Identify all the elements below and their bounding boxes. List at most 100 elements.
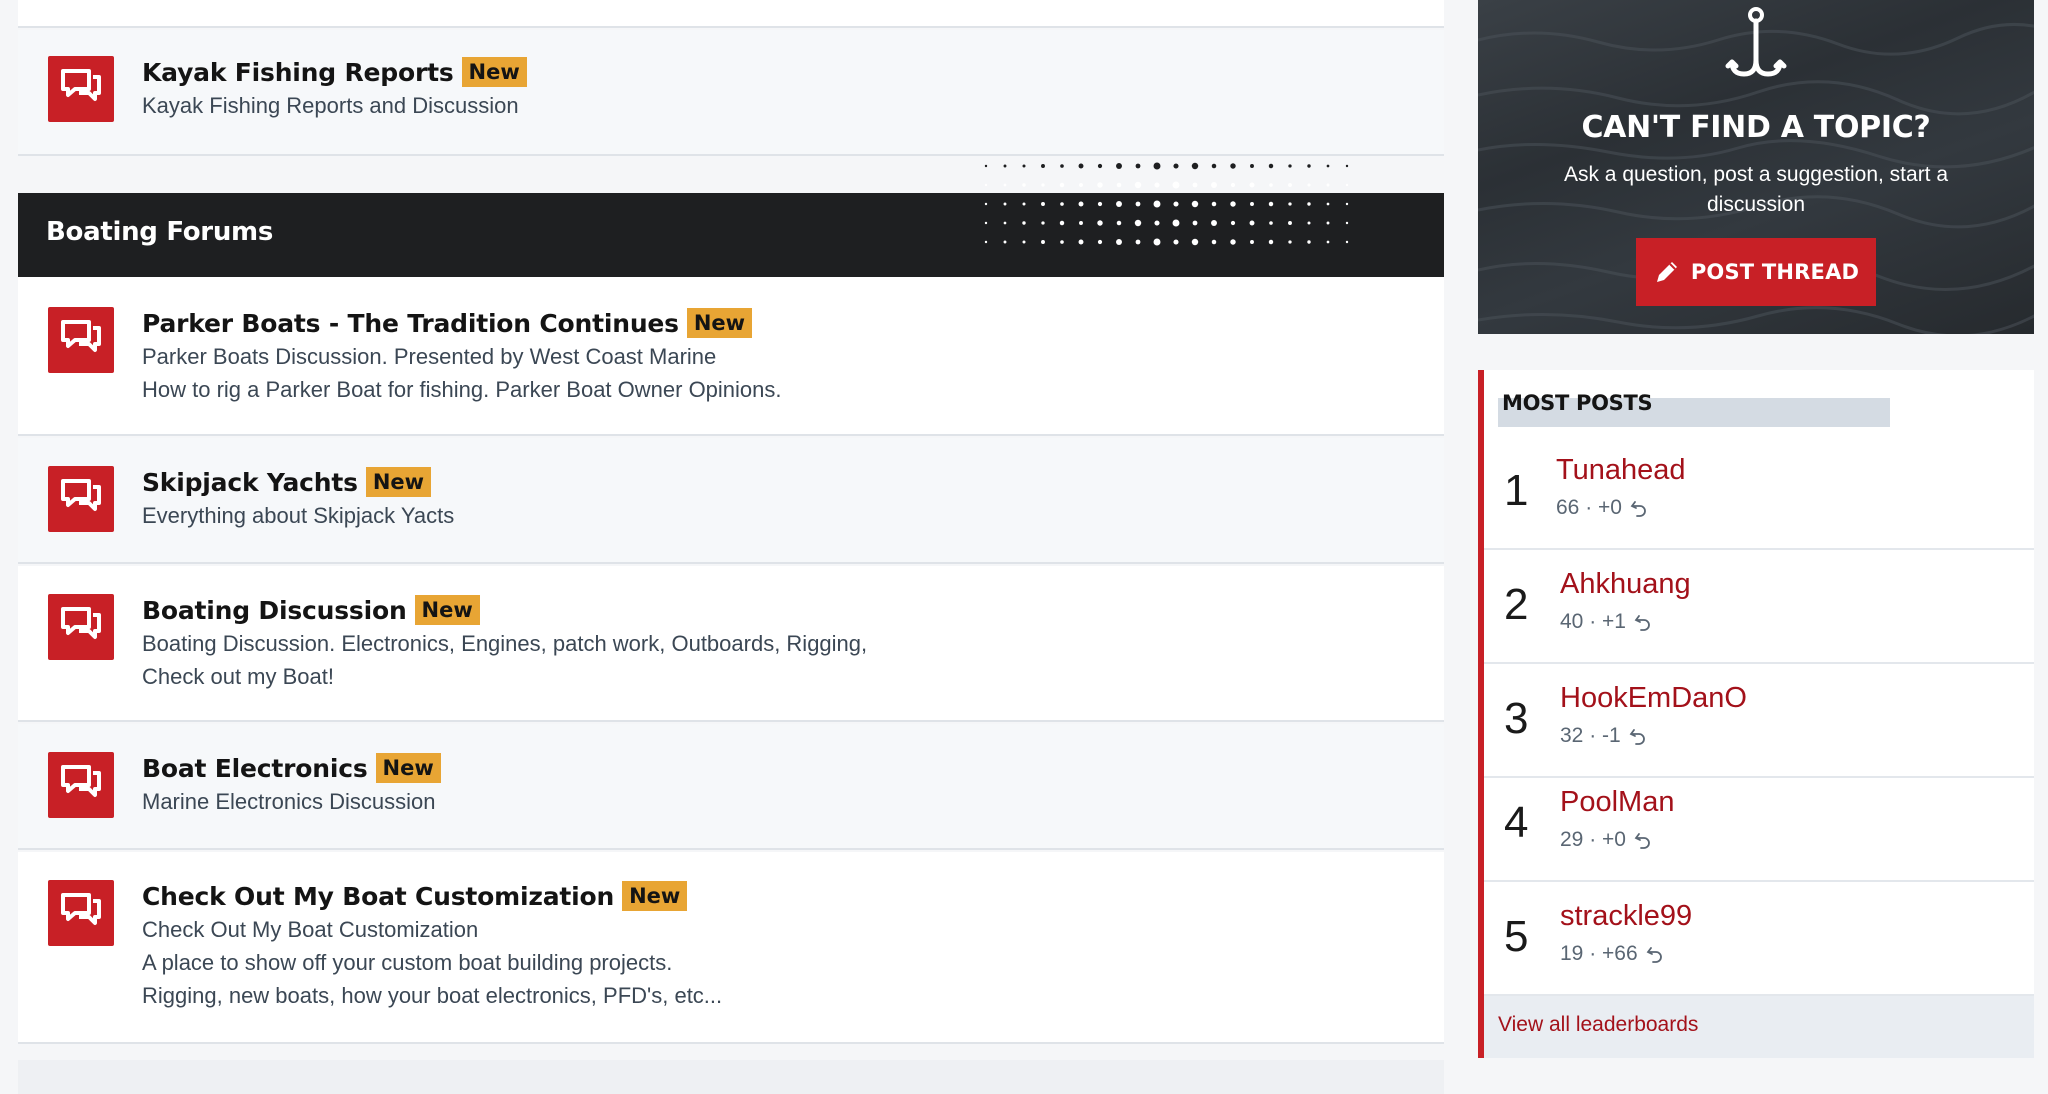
halftone-dot	[1307, 240, 1311, 244]
halftone-dot	[1135, 163, 1141, 169]
halftone-dot	[1230, 201, 1236, 207]
undo-arrow-icon	[1630, 501, 1646, 517]
forum-title[interactable]: Kayak Fishing Reports	[142, 58, 454, 87]
halftone-dot	[984, 164, 988, 168]
halftone-dot	[1059, 220, 1065, 226]
leaderboard-stats: 40 · +1	[1560, 610, 1626, 633]
halftone-dot	[1060, 240, 1064, 244]
forum-title[interactable]: Boating Discussion	[142, 596, 407, 625]
halftone-dot	[1135, 201, 1141, 207]
chat-bubbles-icon	[48, 307, 114, 373]
halftone-dot	[1134, 181, 1142, 189]
halftone-dot	[1134, 219, 1142, 227]
leaderboard-username[interactable]: Ahkhuang	[1560, 568, 1691, 601]
halftone-dot	[1173, 201, 1179, 207]
post-thread-button[interactable]: POST THREAD	[1636, 238, 1876, 306]
forum-description-line-2: How to rig a Parker Boat for fishing. Pa…	[142, 377, 782, 402]
halftone-dot	[1268, 201, 1274, 207]
halftone-dot	[1345, 183, 1349, 187]
forum-node-boating-discussion[interactable]: Boating Discussion New Boating Discussio…	[18, 566, 1444, 722]
new-badge: New	[414, 595, 480, 625]
halftone-dot	[984, 240, 988, 244]
halftone-dot	[1230, 220, 1236, 226]
halftone-dot	[1288, 164, 1292, 168]
leaderboard-row: 4 PoolMan 29 · +0	[1484, 770, 2034, 882]
leaderboard-rank: 1	[1504, 466, 1529, 515]
leaderboard-username[interactable]: PoolMan	[1560, 786, 1674, 819]
forum-node-parker-boats[interactable]: Parker Boats - The Tradition Continues N…	[18, 277, 1444, 436]
halftone-dot	[1211, 182, 1217, 188]
halftone-dot	[1230, 163, 1236, 169]
post-thread-label: POST THREAD	[1690, 260, 1860, 284]
chat-bubbles-icon	[48, 594, 114, 660]
page-footer-edge	[18, 1060, 1444, 1094]
halftone-dot	[1079, 183, 1083, 187]
halftone-dot	[1268, 163, 1274, 169]
halftone-dot	[1154, 182, 1160, 188]
halftone-dot	[1211, 220, 1217, 226]
forum-description-line-2: Check out my Boat!	[142, 664, 334, 689]
halftone-dot	[1097, 163, 1103, 169]
halftone-dot	[1326, 183, 1330, 187]
halftone-dot	[1269, 183, 1273, 187]
halftone-dot	[1191, 200, 1199, 208]
forum-title[interactable]: Check Out My Boat Customization	[142, 882, 614, 911]
halftone-dot	[1250, 202, 1254, 206]
halftone-dot	[1192, 182, 1198, 188]
new-badge: New	[375, 753, 441, 783]
leaderboard-stats: 19 · +66	[1560, 942, 1638, 965]
forum-node-boat-electronics[interactable]: Boat Electronics New Marine Electronics …	[18, 724, 1444, 850]
halftone-dot	[1345, 240, 1349, 244]
halftone-dot	[1326, 202, 1330, 206]
halftone-dot	[1307, 221, 1311, 225]
leaderboard-rank: 5	[1504, 912, 1529, 961]
halftone-dot	[1268, 239, 1274, 245]
halftone-dot	[1116, 220, 1122, 226]
halftone-dot	[1078, 201, 1084, 207]
forum-description: Everything about Skipjack Yacts	[142, 503, 455, 528]
halftone-dot	[1003, 240, 1007, 244]
leaderboard-widget: MOST POSTS 1 Tunahead 66 · +0 2 Ahkhuang…	[1478, 370, 2034, 1058]
forum-title[interactable]: Skipjack Yachts	[142, 468, 358, 497]
leaderboard-username[interactable]: Tunahead	[1556, 454, 1686, 487]
halftone-dot	[984, 183, 988, 187]
leaderboard-username[interactable]: HookEmDanO	[1560, 682, 1747, 715]
category-title[interactable]: Boating Forums	[46, 217, 273, 247]
forum-description-line-1: Check Out My Boat Customization	[142, 917, 479, 942]
halftone-dot	[1154, 220, 1160, 226]
forum-description: Marine Electronics Discussion	[142, 789, 436, 814]
halftone-dot	[1041, 164, 1045, 168]
halftone-dot	[1288, 221, 1292, 225]
leaderboard-username[interactable]: strackle99	[1560, 900, 1692, 933]
forum-node-kayak-fishing-reports[interactable]: Kayak Fishing Reports New Kayak Fishing …	[18, 30, 1444, 156]
halftone-dot	[1022, 202, 1026, 206]
forum-title[interactable]: Parker Boats - The Tradition Continues	[142, 309, 679, 338]
halftone-dot	[1116, 163, 1122, 169]
halftone-dot	[1079, 221, 1083, 225]
view-all-leaderboards-link[interactable]: View all leaderboards	[1498, 1013, 1698, 1037]
new-badge: New	[365, 467, 432, 497]
cant-find-topic-panel: CAN'T FIND A TOPIC? Ask a question, post…	[1478, 0, 2034, 334]
halftone-dot	[1288, 202, 1292, 206]
halftone-dot	[1345, 164, 1349, 168]
halftone-dot	[1326, 240, 1330, 244]
halftone-dot	[1153, 162, 1161, 170]
forum-node-skipjack-yachts[interactable]: Skipjack Yachts New Everything about Ski…	[18, 438, 1444, 564]
forum-title[interactable]: Boat Electronics	[142, 754, 368, 783]
halftone-dot	[1326, 164, 1330, 168]
halftone-dot	[1059, 182, 1065, 188]
cta-title: CAN'T FIND A TOPIC?	[1581, 110, 1931, 145]
halftone-dot	[1307, 164, 1311, 168]
halftone-dot	[1097, 182, 1103, 188]
forum-node-boat-customization[interactable]: Check Out My Boat Customization New Chec…	[18, 852, 1444, 1044]
leaderboard-rank: 4	[1504, 798, 1529, 847]
pencil-icon	[1656, 262, 1677, 282]
new-badge: New	[461, 57, 527, 87]
undo-arrow-icon	[1634, 615, 1650, 631]
halftone-dot	[1041, 221, 1045, 225]
halftone-dot	[1288, 240, 1292, 244]
halftone-dot	[1003, 183, 1007, 187]
halftone-dot	[1211, 239, 1217, 245]
halftone-dot	[1211, 163, 1217, 169]
halftone-dot	[1135, 239, 1141, 245]
